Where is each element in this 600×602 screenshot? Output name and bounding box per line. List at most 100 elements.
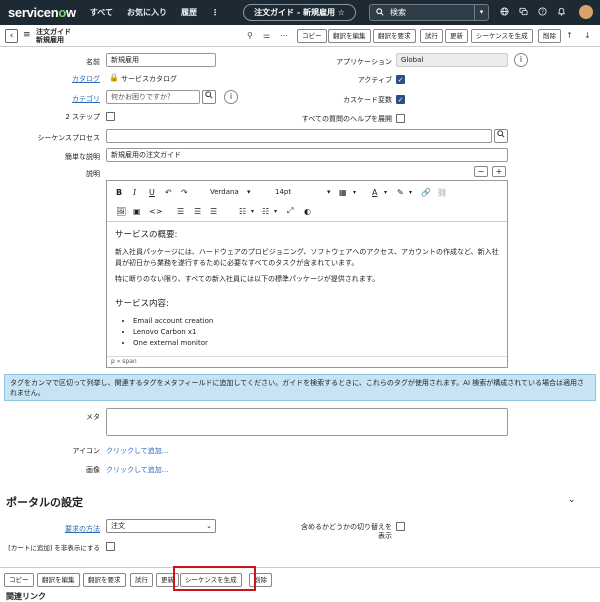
attachment-icon[interactable]: ⚲ xyxy=(247,31,253,40)
name-field[interactable]: 新規雇用 xyxy=(106,53,216,67)
highlight-chevron-icon[interactable]: ▾ xyxy=(409,189,412,196)
category-label[interactable]: カテゴリ xyxy=(60,94,100,104)
short-description-field[interactable]: 新規雇用の注文ガイド xyxy=(106,148,508,162)
font-color-chevron-icon[interactable]: ▾ xyxy=(384,189,387,196)
settings-sliders-icon[interactable]: ⚌ xyxy=(263,31,270,40)
fullscreen-icon[interactable]: ⤢ xyxy=(287,206,293,216)
editor-content[interactable]: サービスの概要: 新入社員パッケージには、ハードウェアのプロビジョニング、ソフト… xyxy=(107,221,507,357)
contrast-icon[interactable]: ◐ xyxy=(304,207,311,216)
record-type: 注文ガイド xyxy=(36,28,71,36)
font-color-icon[interactable]: A xyxy=(372,188,377,197)
more-options-icon[interactable]: ⋯ xyxy=(280,31,288,40)
edit-translation-button[interactable]: 翻訳を編集 xyxy=(328,29,371,43)
category-info-button[interactable]: i xyxy=(224,90,238,104)
nav-all[interactable]: すべて xyxy=(90,7,113,18)
video-icon[interactable]: ▣ xyxy=(133,207,141,216)
include-toggle-checkbox[interactable] xyxy=(396,522,405,531)
table-chevron-icon[interactable]: ▾ xyxy=(353,189,356,196)
record-name: 新規雇用 xyxy=(36,36,64,44)
chevron-down-icon[interactable]: ⌄ xyxy=(568,495,576,505)
sequence-process-field[interactable] xyxy=(106,129,492,143)
icon-add-link[interactable]: クリックして追加... xyxy=(106,446,168,456)
nav-more-icon[interactable]: ⋮ xyxy=(211,8,219,17)
link-icon[interactable]: 🔗 xyxy=(421,188,431,197)
copy-button[interactable]: コピー xyxy=(297,29,327,43)
numbered-list-icon[interactable]: ☷ xyxy=(262,207,269,216)
font-size-chevron-icon[interactable]: ▾ xyxy=(327,188,331,196)
globe-icon[interactable] xyxy=(500,7,509,19)
numbered-list-chevron-icon[interactable]: ▾ xyxy=(274,208,277,215)
search-icon xyxy=(376,7,384,18)
image-add-link[interactable]: クリックして追加... xyxy=(106,465,168,475)
active-checkbox[interactable]: ✓ xyxy=(396,75,405,84)
application-info-button[interactable]: i xyxy=(514,53,528,67)
font-size-select[interactable]: 14pt xyxy=(275,188,291,196)
category-lookup-button[interactable] xyxy=(202,90,216,104)
description-editor[interactable]: B I U ↶ ↷ Verdana ▾ 14pt ▾ ▦ ▾ A ▾ ✎ ▾ 🔗… xyxy=(106,180,508,368)
content-list: Email account creation Lenovo Carbon x1 … xyxy=(133,316,499,349)
highlight-icon[interactable]: ✎ xyxy=(397,188,404,197)
editor-collapse-button[interactable]: − xyxy=(474,166,488,177)
chat-icon[interactable] xyxy=(519,7,528,19)
sequence-process-label: シーケンスプロセス xyxy=(37,134,100,142)
nav-history[interactable]: 履歴 xyxy=(181,7,197,18)
bullet-list-icon[interactable]: ☷ xyxy=(239,207,246,216)
bottom-request-translation-button[interactable]: 翻訳を要求 xyxy=(83,573,126,587)
nav-favorites[interactable]: お気に入り xyxy=(127,7,167,18)
context-pill[interactable]: 注文ガイド - 新規雇用 ☆ xyxy=(243,4,356,21)
back-button[interactable]: ‹ xyxy=(5,29,18,43)
servicenow-logo[interactable]: servicenow xyxy=(8,5,76,20)
arrow-up-icon[interactable]: ↑ xyxy=(566,31,573,40)
image-icon[interactable]: 🖼 xyxy=(116,207,126,216)
request-translation-button[interactable]: 翻訳を要求 xyxy=(373,29,416,43)
undo-icon[interactable]: ↶ xyxy=(165,188,172,197)
unlink-icon[interactable]: ⛓ xyxy=(437,188,447,197)
hide-add-to-cart-checkbox[interactable] xyxy=(106,542,115,551)
meta-field[interactable] xyxy=(106,408,508,436)
try-it-button[interactable]: 試行 xyxy=(420,29,443,43)
catalog-label[interactable]: カタログ xyxy=(60,74,100,84)
expand-help-checkbox[interactable] xyxy=(396,114,405,123)
request-method-label[interactable]: 要求の方法 xyxy=(40,524,100,534)
align-left-icon[interactable]: ☰ xyxy=(177,207,184,216)
align-right-icon[interactable]: ☰ xyxy=(210,207,217,216)
font-family-chevron-icon[interactable]: ▾ xyxy=(247,188,251,196)
editor-expand-button[interactable]: + xyxy=(492,166,506,177)
name-label: 名前 xyxy=(86,58,100,66)
align-center-icon[interactable]: ☰ xyxy=(194,207,201,216)
bottom-edit-translation-button[interactable]: 翻訳を編集 xyxy=(37,573,80,587)
delete-button[interactable]: 削除 xyxy=(538,29,561,43)
user-avatar[interactable] xyxy=(579,5,593,19)
cascade-variables-label: カスケード変数 xyxy=(343,96,392,104)
sequence-lookup-button[interactable] xyxy=(494,129,508,143)
request-method-select[interactable]: 注文 ⌄ xyxy=(106,519,216,533)
context-menu-icon[interactable]: ≡ xyxy=(23,30,31,40)
two-step-checkbox[interactable] xyxy=(106,112,115,121)
arrow-down-icon[interactable]: ↓ xyxy=(584,31,591,40)
source-code-icon[interactable]: <> xyxy=(149,207,162,216)
include-toggle-label: 含めるかどうかの切り替えを表示 xyxy=(301,523,392,540)
generate-sequence-button[interactable]: シーケンスを生成 xyxy=(471,29,533,43)
form-header: ‹ ≡ 注文ガイド 新規雇用 ⚲ ⚌ ⋯ コピー 翻訳を編集 翻訳を要求 試行 … xyxy=(0,25,600,47)
bottom-copy-button[interactable]: コピー xyxy=(4,573,34,587)
search-icon xyxy=(497,130,505,138)
bold-icon[interactable]: B xyxy=(116,188,122,197)
global-search[interactable]: 検索 ▾ xyxy=(369,4,489,21)
category-field[interactable]: 何かお困りですか？ xyxy=(106,90,200,104)
search-scope-dropdown-icon[interactable]: ▾ xyxy=(474,5,488,20)
bottom-try-it-button[interactable]: 試行 xyxy=(130,573,153,587)
bullet-list-chevron-icon[interactable]: ▾ xyxy=(251,208,254,215)
help-icon[interactable]: ? xyxy=(538,7,547,19)
update-button[interactable]: 更新 xyxy=(445,29,468,43)
underline-icon[interactable]: U xyxy=(149,188,155,197)
redo-icon[interactable]: ↷ xyxy=(181,188,188,197)
font-family-select[interactable]: Verdana xyxy=(210,188,239,196)
related-links-heading: 関連リンク xyxy=(6,592,46,601)
bell-icon[interactable] xyxy=(557,7,566,19)
cascade-variables-checkbox[interactable]: ✓ xyxy=(396,95,405,104)
table-icon[interactable]: ▦ xyxy=(339,188,347,197)
italic-icon[interactable]: I xyxy=(133,188,136,197)
list-item: One external monitor xyxy=(133,338,499,349)
highlight-box xyxy=(173,566,256,591)
search-input[interactable]: 検索 xyxy=(390,7,406,18)
